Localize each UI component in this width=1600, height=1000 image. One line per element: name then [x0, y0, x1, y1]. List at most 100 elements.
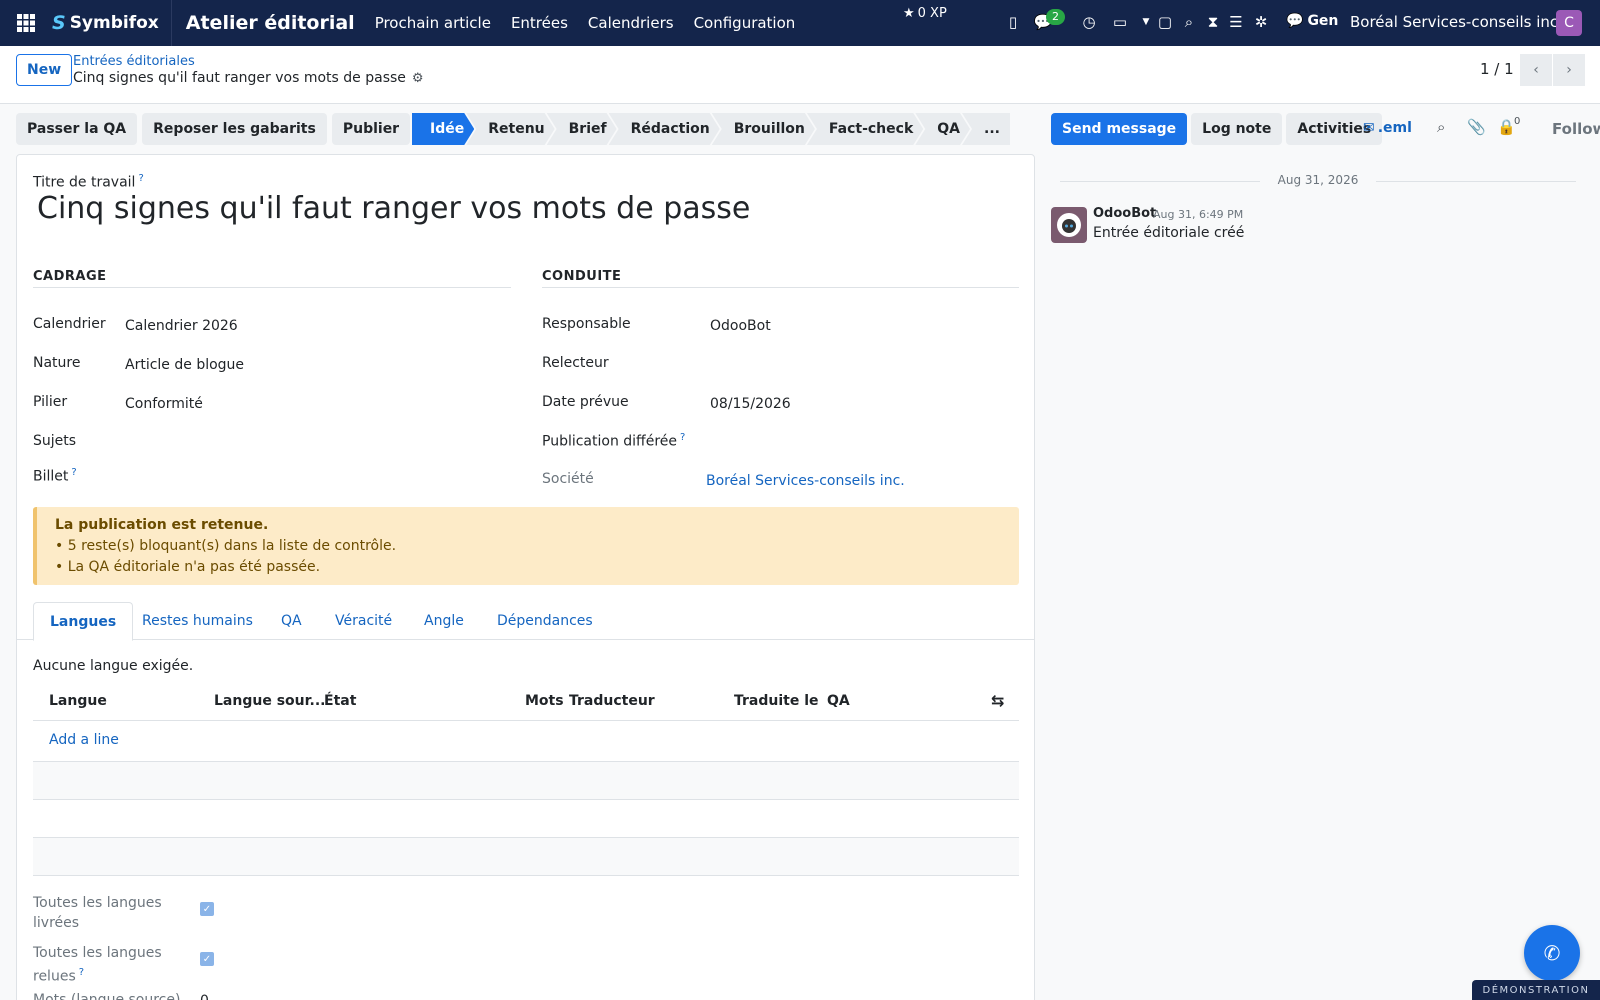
pager-previous-icon[interactable]: ‹	[1520, 54, 1552, 86]
bug-icon[interactable]: ✲	[1249, 10, 1273, 34]
status-bar: Idée Retenu Brief Rédaction Brouillon Fa…	[412, 113, 1010, 145]
field-billet[interactable]	[125, 467, 505, 487]
follow-button[interactable]: Follow	[1552, 120, 1600, 138]
message-author[interactable]: OdooBot	[1093, 206, 1156, 221]
checkbox-toutes-livrees[interactable]: ✓	[200, 902, 214, 916]
tab-dependances[interactable]: Dépendances	[497, 602, 593, 640]
stage-qa[interactable]: QA	[915, 113, 970, 145]
stage-brief[interactable]: Brief	[547, 113, 617, 145]
send-message-button[interactable]: Send message	[1051, 113, 1188, 145]
col-etat[interactable]: État	[324, 693, 356, 709]
empty-row	[33, 762, 1019, 799]
label-toutes-relues: Toutes les langues relues?	[33, 943, 162, 987]
stage-retenu[interactable]: Retenu	[466, 113, 554, 145]
pager-value[interactable]: 1 / 1	[1480, 60, 1514, 78]
col-qa[interactable]: QA	[827, 693, 850, 709]
inbox-icon[interactable]: ▭	[1108, 10, 1132, 34]
stage-redaction[interactable]: Rédaction	[609, 113, 720, 145]
hourglass-icon[interactable]: ⧗	[1201, 10, 1225, 34]
relues-help-icon[interactable]: ?	[79, 967, 84, 978]
title-label-text: Titre de travail	[33, 174, 136, 191]
demo-banner: DÉMONSTRATION	[1472, 980, 1600, 1000]
mobile-icon[interactable]: ▯	[1001, 10, 1025, 34]
passer-qa-button[interactable]: Passer la QA	[16, 113, 138, 145]
field-publication-differee[interactable]	[710, 432, 1010, 452]
tab-restes-humains[interactable]: Restes humains	[142, 602, 253, 640]
eml-button[interactable]: ✉ .eml	[1363, 120, 1412, 136]
col-traduite-le[interactable]: Traduite le	[734, 693, 819, 709]
apps-menu-icon[interactable]	[0, 0, 52, 46]
menu-prochain-article[interactable]: Prochain article	[375, 14, 491, 32]
sliders-icon[interactable]: ☰	[1224, 10, 1248, 34]
no-language-text: Aucune langue exigée.	[33, 658, 194, 674]
breadcrumb-parent[interactable]: Entrées éditoriales	[73, 54, 195, 69]
billet-help-icon[interactable]: ?	[71, 467, 76, 478]
alert-warning: La publication est retenue. • 5 reste(s)…	[33, 507, 1019, 585]
followers-count: 0	[1514, 116, 1521, 127]
field-mots-source[interactable]: 0	[200, 993, 209, 1000]
field-date-prevue[interactable]: 08/15/2026	[710, 396, 791, 412]
brand-logo[interactable]: S Symbifox	[52, 0, 172, 46]
app-title[interactable]: Atelier éditorial	[186, 12, 355, 34]
stage-brouillon[interactable]: Brouillon	[712, 113, 815, 145]
tab-angle[interactable]: Angle	[424, 602, 464, 640]
label-toutes-livrees-b: livrées	[33, 915, 80, 931]
field-relecteur[interactable]	[710, 355, 1010, 375]
add-line-link[interactable]: Add a line	[49, 732, 119, 748]
star-icon: ★	[903, 6, 915, 21]
section-conduite: CONDUITE	[542, 269, 1019, 288]
gen-button[interactable]: 💬 Gen	[1286, 13, 1338, 29]
label-mots-source: Mots (langue source)	[33, 992, 181, 1000]
menu-entrees[interactable]: Entrées	[511, 14, 568, 32]
col-traducteur[interactable]: Traducteur	[569, 693, 655, 709]
field-sujets[interactable]	[125, 433, 505, 453]
title-label: Titre de travail?	[33, 173, 144, 191]
log-note-button[interactable]: Log note	[1191, 113, 1283, 145]
breadcrumb-current: Cinq signes qu'il faut ranger vos mots d…	[73, 70, 424, 86]
new-button[interactable]: New	[16, 54, 73, 86]
search-icon[interactable]: ⌕	[1177, 10, 1201, 34]
paperclip-icon[interactable]: 📎	[1467, 118, 1486, 136]
field-pilier[interactable]: Conformité	[125, 396, 203, 412]
tab-veracite[interactable]: Véracité	[335, 602, 392, 640]
brand-name: Symbifox	[69, 13, 159, 33]
lock-icon[interactable]: 🔒	[1497, 118, 1516, 136]
phone-icon[interactable]: ✆	[1524, 925, 1580, 981]
publier-button[interactable]: Publier	[331, 113, 411, 145]
col-mots[interactable]: Mots	[525, 693, 564, 709]
publication-help-icon[interactable]: ?	[680, 432, 685, 443]
title-help-icon[interactable]: ?	[138, 173, 143, 184]
tab-qa[interactable]: QA	[281, 602, 302, 640]
row-divider	[33, 875, 1019, 876]
form-sheet: Titre de travail? Cinq signes qu'il faut…	[16, 154, 1035, 1000]
date-separator: Aug 31, 2026	[1060, 173, 1576, 187]
clock-icon[interactable]: ◷	[1077, 10, 1101, 34]
tab-langues[interactable]: Langues	[33, 602, 134, 641]
reposer-gabarits-button[interactable]: Reposer les gabarits	[142, 113, 327, 145]
col-langue[interactable]: Langue	[49, 693, 107, 709]
optional-columns-icon[interactable]: ⇆	[991, 691, 1004, 710]
field-responsable[interactable]: OdooBot	[710, 318, 771, 334]
stage-idee[interactable]: Idée	[412, 113, 474, 145]
col-langue-source[interactable]: Langue sour...	[214, 693, 325, 709]
search-icon[interactable]: ⌕	[1437, 118, 1445, 136]
xp-counter[interactable]: ★ 0 XP	[903, 6, 947, 21]
field-societe[interactable]: Boréal Services-conseils inc.	[706, 473, 905, 489]
field-nature[interactable]: Article de blogue	[125, 357, 244, 373]
menu-calendriers[interactable]: Calendriers	[588, 14, 674, 32]
row-divider	[33, 799, 1019, 800]
field-label-calendrier: Calendrier	[33, 316, 106, 332]
company-switcher[interactable]: Boréal Services-conseils inc.	[1350, 13, 1563, 31]
title-input[interactable]: Cinq signes qu'il faut ranger vos mots d…	[37, 191, 750, 226]
field-label-sujets: Sujets	[33, 433, 77, 449]
stage-fact-check[interactable]: Fact-check	[807, 113, 923, 145]
message-time: Aug 31, 6:49 PM	[1153, 208, 1244, 221]
checkbox-toutes-relues[interactable]: ✓	[200, 952, 214, 966]
user-avatar[interactable]: C	[1556, 10, 1582, 36]
menu-configuration[interactable]: Configuration	[694, 14, 796, 32]
chatter-topbar: Send message Log note Activities	[1051, 113, 1383, 145]
note-icon[interactable]: ▢	[1153, 10, 1177, 34]
gear-icon[interactable]: ⚙	[412, 71, 424, 86]
field-calendrier[interactable]: Calendrier 2026	[125, 318, 238, 334]
pager-next-icon[interactable]: ›	[1553, 54, 1585, 86]
